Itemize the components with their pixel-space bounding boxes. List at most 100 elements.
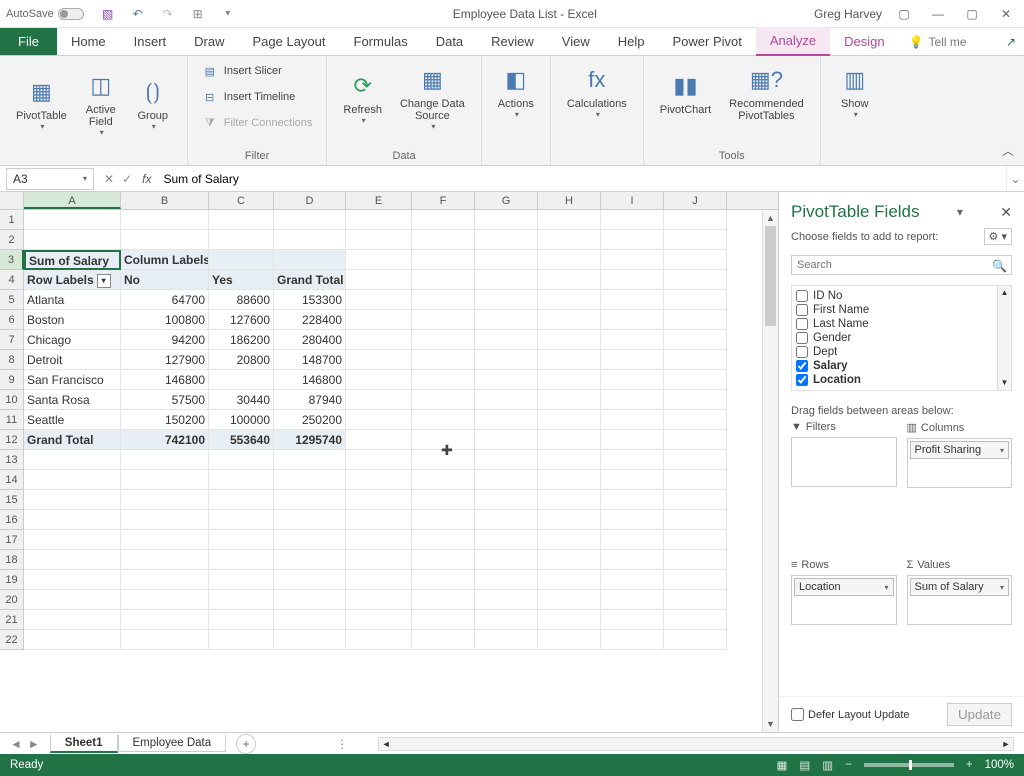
- cancel-formula-icon[interactable]: ✕: [104, 172, 114, 186]
- cell[interactable]: [601, 570, 664, 590]
- row-header[interactable]: 5: [0, 290, 24, 310]
- row-header[interactable]: 22: [0, 630, 24, 650]
- cell[interactable]: [24, 610, 121, 630]
- cell[interactable]: [209, 470, 274, 490]
- cell[interactable]: 88600: [209, 290, 274, 310]
- cell[interactable]: [664, 250, 727, 270]
- cell[interactable]: [346, 330, 412, 350]
- scroll-down-icon[interactable]: ▼: [763, 716, 778, 732]
- cell[interactable]: [538, 290, 601, 310]
- gear-icon[interactable]: ⚙ ▾: [984, 228, 1012, 245]
- column-header[interactable]: F: [412, 192, 475, 209]
- row-header[interactable]: 8: [0, 350, 24, 370]
- cell[interactable]: [412, 430, 475, 450]
- cell[interactable]: [601, 290, 664, 310]
- cell[interactable]: 127600: [209, 310, 274, 330]
- cell[interactable]: [664, 230, 727, 250]
- scroll-thumb[interactable]: [765, 226, 776, 326]
- cell[interactable]: [475, 410, 538, 430]
- cell[interactable]: Atlanta: [24, 290, 121, 310]
- user-name[interactable]: Greg Harvey: [814, 7, 882, 21]
- zoom-out-icon[interactable]: −: [845, 759, 852, 771]
- cell[interactable]: 100800: [121, 310, 209, 330]
- cell[interactable]: [412, 470, 475, 490]
- cell[interactable]: [601, 470, 664, 490]
- cell[interactable]: [412, 210, 475, 230]
- field-item[interactable]: Dept: [794, 345, 1009, 359]
- column-header[interactable]: I: [601, 192, 664, 209]
- column-header[interactable]: J: [664, 192, 727, 209]
- tab-formulas[interactable]: Formulas: [340, 28, 422, 55]
- split-handle-icon[interactable]: ⋮: [336, 737, 348, 751]
- scroll-left-icon[interactable]: ◄: [379, 739, 393, 749]
- add-sheet-icon[interactable]: +: [236, 734, 256, 754]
- cell[interactable]: [538, 210, 601, 230]
- vertical-scrollbar[interactable]: ▲ ▼: [762, 210, 778, 732]
- cell[interactable]: [475, 570, 538, 590]
- cell[interactable]: [538, 250, 601, 270]
- fields-scrollbar[interactable]: ▲ ▼: [997, 286, 1011, 390]
- cell[interactable]: [412, 570, 475, 590]
- cell[interactable]: Boston: [24, 310, 121, 330]
- maximize-icon[interactable]: ▢: [960, 2, 984, 26]
- cell[interactable]: [601, 370, 664, 390]
- chevron-down-icon[interactable]: ▾: [83, 174, 87, 183]
- cell[interactable]: [538, 570, 601, 590]
- field-checkbox[interactable]: [796, 332, 808, 344]
- cell[interactable]: [346, 570, 412, 590]
- cell[interactable]: [209, 610, 274, 630]
- rows-chip[interactable]: Location▾: [794, 578, 894, 596]
- cell[interactable]: Grand Total: [24, 430, 121, 450]
- cell[interactable]: [274, 250, 346, 270]
- cell[interactable]: [24, 230, 121, 250]
- row-header[interactable]: 15: [0, 490, 24, 510]
- row-header[interactable]: 21: [0, 610, 24, 630]
- formula-input[interactable]: [159, 172, 1006, 186]
- cell[interactable]: [601, 510, 664, 530]
- cell[interactable]: 20800: [209, 350, 274, 370]
- pivottable-button[interactable]: ▦ PivotTable▾: [10, 72, 73, 135]
- cell[interactable]: 280400: [274, 330, 346, 350]
- cell[interactable]: [346, 550, 412, 570]
- cell[interactable]: 250200: [274, 410, 346, 430]
- tab-power-pivot[interactable]: Power Pivot: [659, 28, 756, 55]
- cell[interactable]: [346, 630, 412, 650]
- cell[interactable]: [538, 450, 601, 470]
- cell[interactable]: [209, 510, 274, 530]
- cell[interactable]: Seattle: [24, 410, 121, 430]
- cell[interactable]: [538, 590, 601, 610]
- tab-analyze[interactable]: Analyze: [756, 27, 830, 56]
- row-header[interactable]: 4: [0, 270, 24, 290]
- cell[interactable]: [412, 370, 475, 390]
- tab-page-layout[interactable]: Page Layout: [239, 28, 340, 55]
- cell[interactable]: [475, 430, 538, 450]
- field-search-input[interactable]: [791, 255, 1012, 275]
- scroll-down-icon[interactable]: ▼: [998, 376, 1011, 390]
- field-checkbox[interactable]: [796, 318, 808, 330]
- cell[interactable]: [601, 210, 664, 230]
- cell[interactable]: [274, 630, 346, 650]
- row-header[interactable]: 6: [0, 310, 24, 330]
- cell[interactable]: Row Labels▾: [24, 270, 121, 290]
- cell[interactable]: [601, 450, 664, 470]
- row-header[interactable]: 7: [0, 330, 24, 350]
- row-header[interactable]: 10: [0, 390, 24, 410]
- cell[interactable]: [664, 550, 727, 570]
- tab-view[interactable]: View: [548, 28, 604, 55]
- cell[interactable]: [346, 510, 412, 530]
- cell[interactable]: 57500: [121, 390, 209, 410]
- row-header[interactable]: 14: [0, 470, 24, 490]
- cell[interactable]: [209, 570, 274, 590]
- cell[interactable]: [346, 310, 412, 330]
- cell[interactable]: [346, 270, 412, 290]
- minimize-icon[interactable]: —: [926, 2, 950, 26]
- cell[interactable]: [274, 550, 346, 570]
- cell[interactable]: [346, 410, 412, 430]
- search-icon[interactable]: 🔍: [992, 259, 1007, 273]
- cell[interactable]: [24, 510, 121, 530]
- cell[interactable]: [601, 390, 664, 410]
- cell[interactable]: [601, 410, 664, 430]
- cell[interactable]: Santa Rosa: [24, 390, 121, 410]
- cell[interactable]: [274, 610, 346, 630]
- row-header[interactable]: 1: [0, 210, 24, 230]
